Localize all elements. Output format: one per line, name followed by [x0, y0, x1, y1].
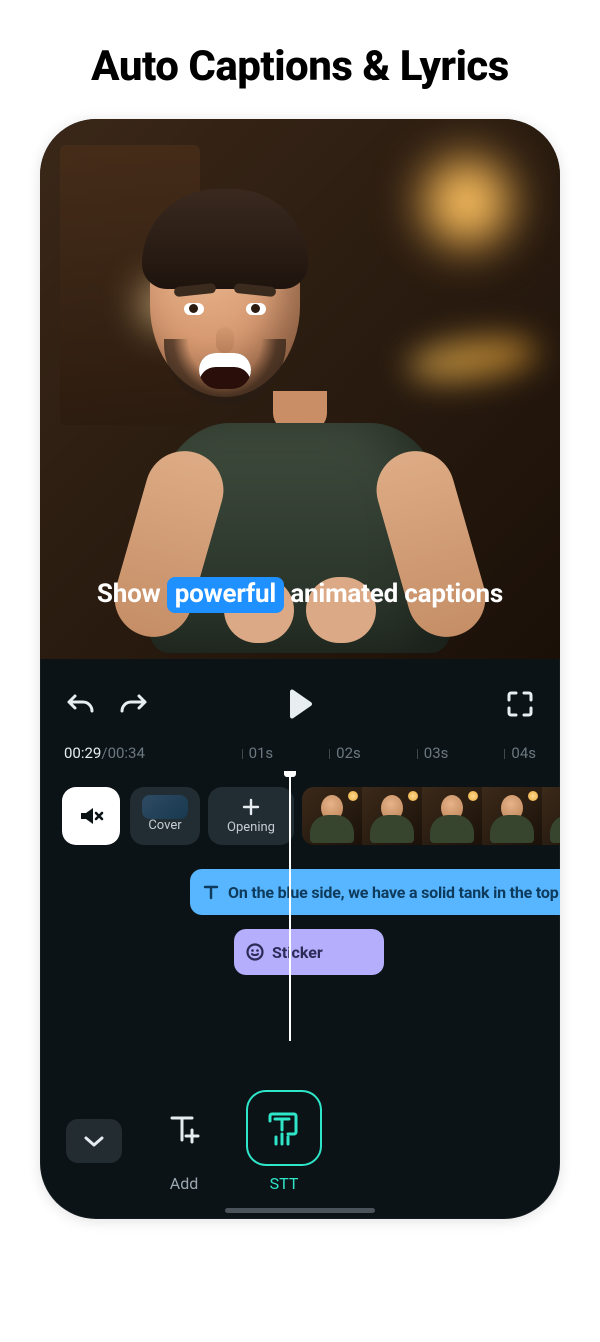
ruler-tick: 02s — [329, 744, 361, 762]
tool-stt-label: STT — [270, 1174, 299, 1193]
video-clip-thumbs[interactable] — [302, 787, 560, 845]
ruler-tick: 04s — [504, 744, 536, 762]
tool-add[interactable]: Add — [146, 1090, 222, 1193]
device-frame: Show powerful animated captions 00:29 / … — [40, 119, 560, 1219]
ruler-ticks: 01s 02s 03s 04s — [145, 744, 536, 762]
caption-highlight: powerful — [167, 577, 284, 613]
tool-stt[interactable]: STT — [246, 1090, 322, 1193]
sticker-track-text: Sticker — [272, 943, 323, 962]
video-track-row: Cover Opening — [40, 781, 560, 855]
overlay-caption: Show powerful animated captions — [40, 577, 560, 613]
caption-pre: Show — [97, 579, 167, 609]
collapse-button[interactable] — [66, 1119, 122, 1163]
sticker-track[interactable]: Sticker — [234, 929, 384, 975]
video-preview[interactable]: Show powerful animated captions — [40, 119, 560, 659]
cover-button[interactable]: Cover — [130, 787, 200, 845]
redo-button[interactable] — [118, 691, 148, 717]
play-button[interactable] — [287, 689, 313, 719]
caption-post: animated captions — [284, 579, 503, 609]
bottom-toolbar: Add STT — [40, 1081, 560, 1201]
ruler-tick: 03s — [417, 744, 449, 762]
playhead[interactable] — [289, 771, 291, 1041]
cover-label: Cover — [148, 818, 181, 833]
transport-bar — [40, 673, 560, 735]
sticker-icon — [246, 943, 264, 961]
undo-button[interactable] — [66, 691, 96, 717]
time-total: 00:34 — [108, 744, 145, 762]
time-current: 00:29 — [64, 744, 101, 762]
fullscreen-button[interactable] — [506, 690, 534, 718]
time-ruler[interactable]: 00:29 / 00:34 01s 02s 03s 04s — [40, 735, 560, 771]
caption-track-text: On the blue side, we have a solid tank i… — [228, 883, 560, 902]
page-title: Auto Captions & Lyrics — [0, 42, 600, 91]
timeline[interactable]: Cover Opening On the blue side, we have … — [40, 771, 560, 1071]
mute-button[interactable] — [62, 787, 120, 845]
opening-button[interactable]: Opening — [208, 787, 294, 845]
text-icon — [202, 883, 220, 901]
home-indicator — [225, 1208, 375, 1213]
caption-track[interactable]: On the blue side, we have a solid tank i… — [190, 869, 560, 915]
plus-icon — [242, 798, 260, 816]
swap-icon — [155, 800, 175, 814]
opening-label: Opening — [227, 820, 275, 835]
ruler-tick: 01s — [242, 744, 274, 762]
tool-add-label: Add — [170, 1174, 198, 1193]
